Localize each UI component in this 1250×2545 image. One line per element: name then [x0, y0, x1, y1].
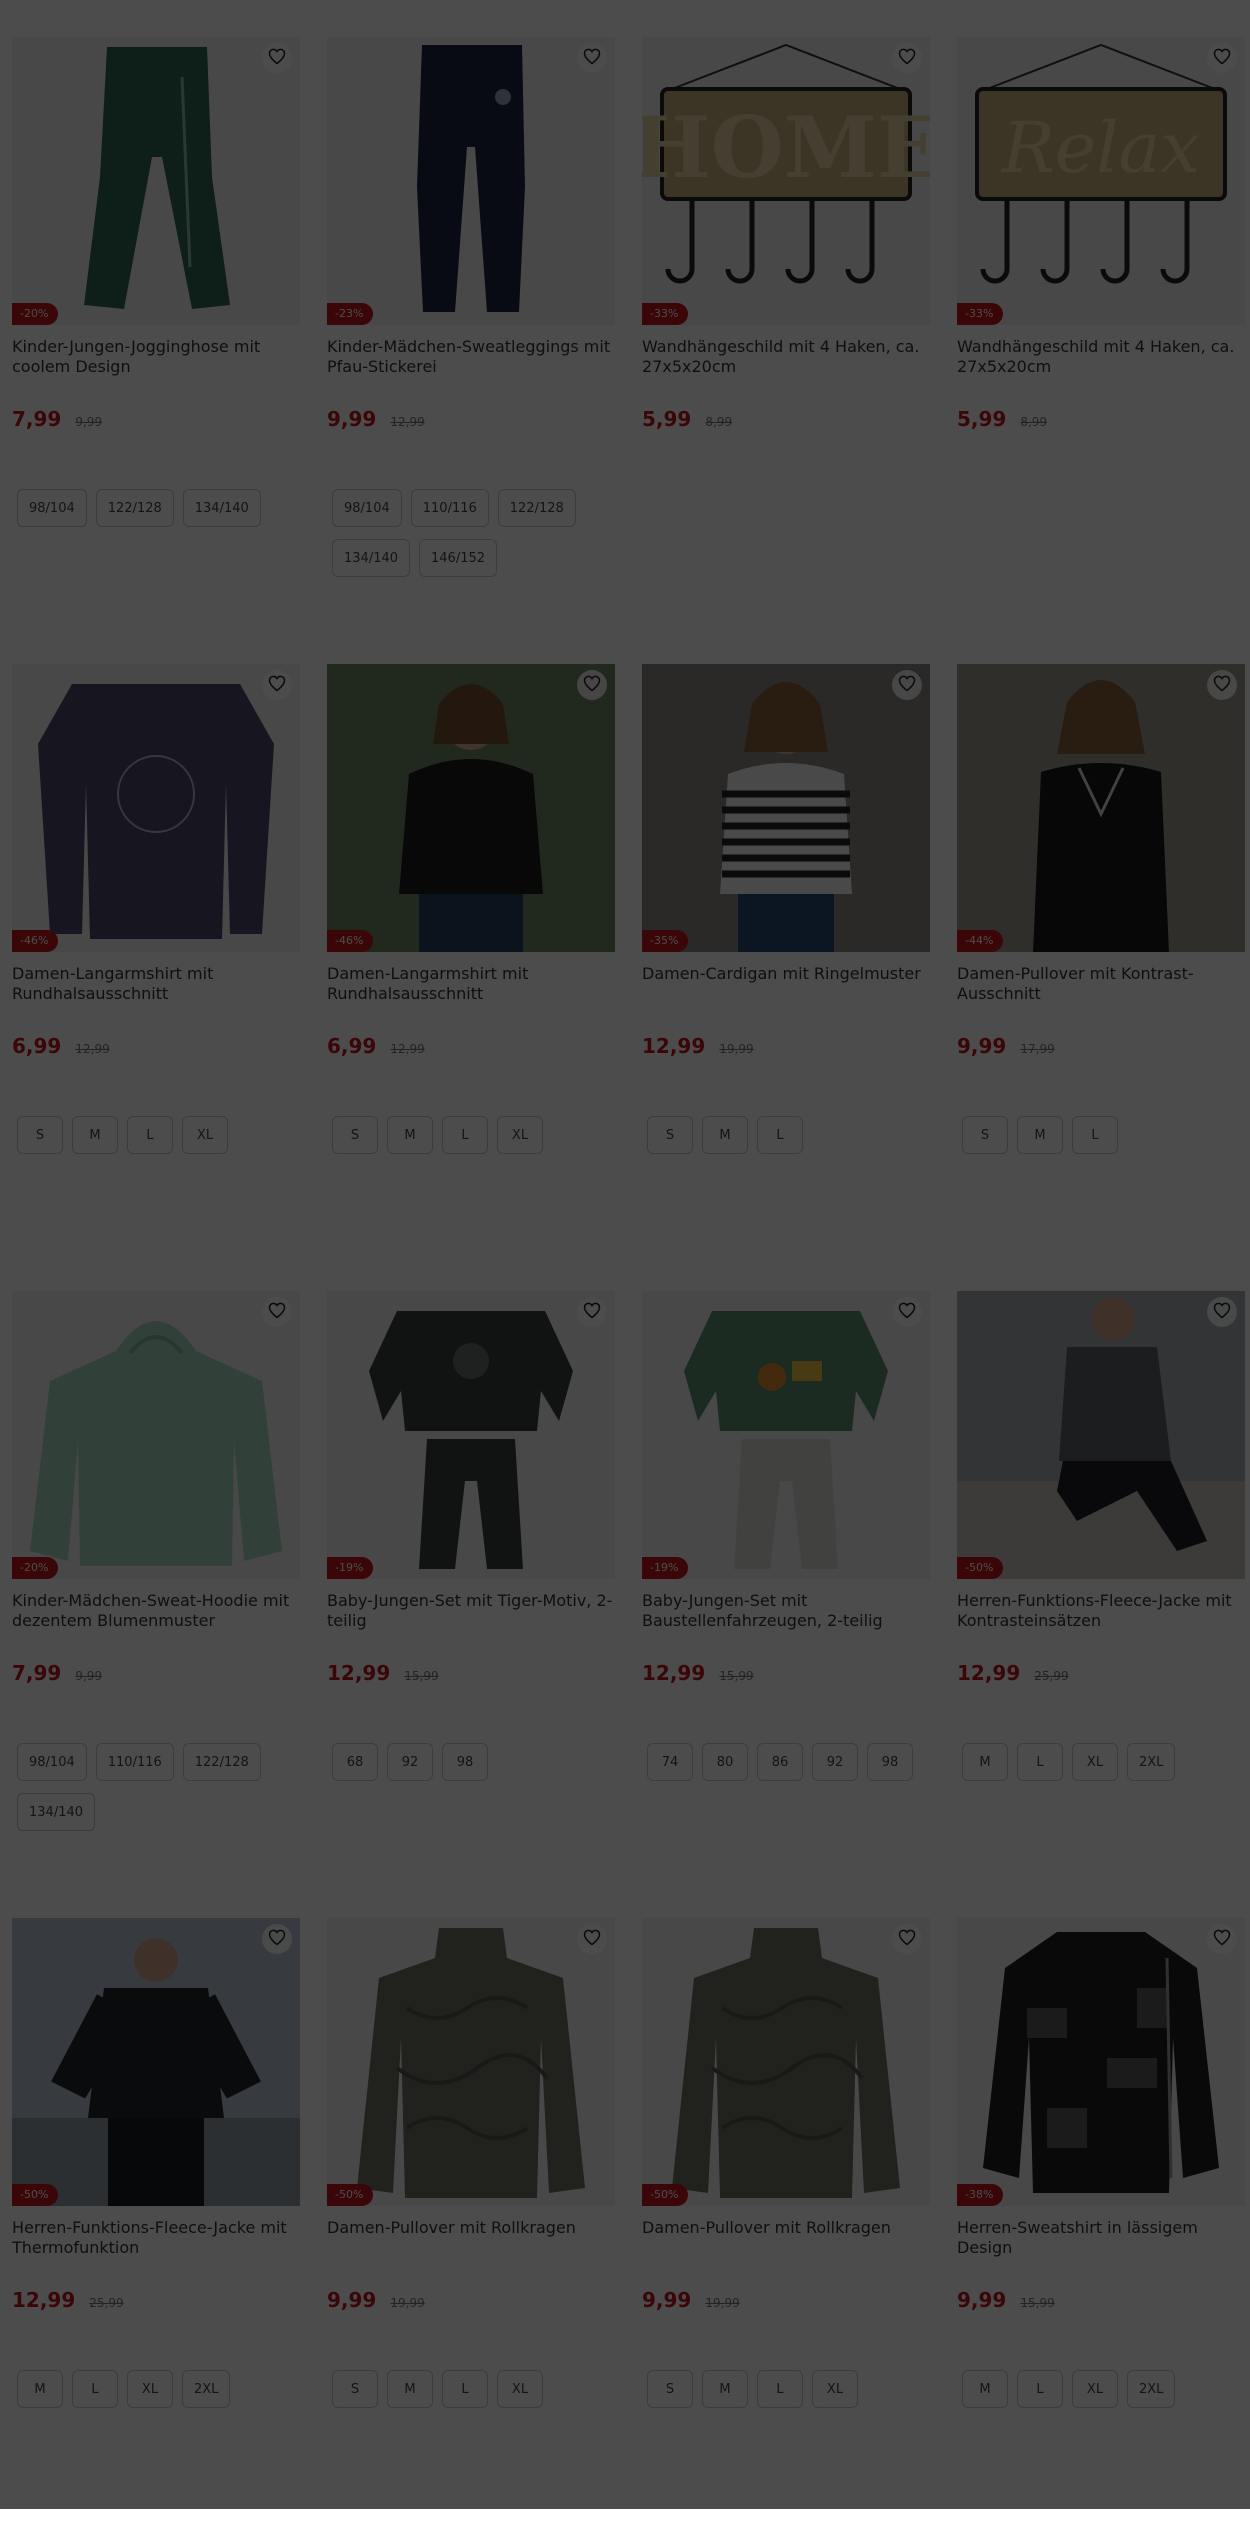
modal-backdrop-overlay[interactable] — [0, 0, 1250, 2509]
